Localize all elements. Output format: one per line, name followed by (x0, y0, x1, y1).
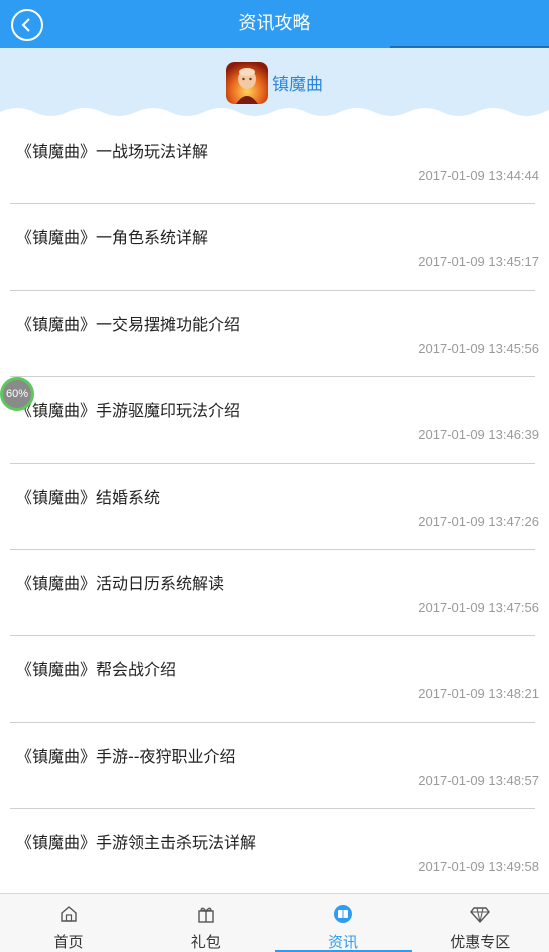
news-title: 《镇魔曲》结婚系统 (16, 487, 161, 507)
news-list-item[interactable]: 《镇魔曲》帮会战介绍 2017-01-09 13:48:21 (0, 636, 549, 723)
news-list-item[interactable]: 《镇魔曲》一交易摆摊功能介绍 2017-01-09 13:45:56 (0, 291, 549, 378)
tab-label: 首页 (53, 933, 84, 951)
diamond-icon (470, 904, 491, 924)
news-title: 《镇魔曲》手游领主击杀玩法详解 (16, 833, 257, 853)
news-list-item[interactable]: 《镇魔曲》活动日历系统解读 2017-01-09 13:47:56 (0, 550, 549, 637)
news-timestamp: 2017-01-09 13:49:58 (418, 859, 539, 875)
news-list-item[interactable]: 《镇魔曲》结婚系统 2017-01-09 13:47:26 (0, 464, 549, 550)
tab-label: 礼包 (190, 933, 221, 951)
top-bar: 资讯攻略 (0, 0, 549, 48)
news-title: 《镇魔曲》一交易摆摊功能介绍 (16, 314, 241, 334)
news-list-item[interactable]: 《镇魔曲》手游领主击杀玩法详解 2017-01-09 13:49:58 (0, 809, 549, 896)
page-title: 资讯攻略 (238, 13, 311, 34)
tab-gift[interactable]: 礼包 (137, 894, 274, 952)
tab-news[interactable]: 资讯 (274, 894, 412, 952)
news-timestamp: 2017-01-09 13:44:44 (418, 168, 539, 183)
home-icon (59, 904, 79, 924)
game-logo-icon[interactable] (226, 62, 268, 104)
progress-indicator[interactable]: 60% (0, 377, 34, 411)
news-timestamp: 2017-01-09 13:48:21 (418, 686, 539, 702)
news-title: 《镇魔曲》手游--夜狩职业介绍 (16, 746, 236, 766)
news-list-item[interactable]: 《镇魔曲》手游驱魔印玩法介绍 2017-01-09 13:46:39 (0, 377, 549, 464)
news-timestamp: 2017-01-09 13:46:39 (418, 427, 539, 443)
tab-label: 资讯 (327, 933, 358, 951)
news-timestamp: 2017-01-09 13:45:56 (418, 340, 539, 356)
news-list-item[interactable]: 《镇魔曲》手游--夜狩职业介绍 2017-01-09 13:48:57 (0, 723, 549, 810)
news-list-item[interactable]: 《镇魔曲》一战场玩法详解 2017-01-09 13:44:44 (0, 118, 549, 205)
news-title: 《镇魔曲》活动日历系统解读 (16, 573, 225, 593)
news-list: 《镇魔曲》一战场玩法详解 2017-01-09 13:44:44 《镇魔曲》一角色系… (0, 118, 549, 896)
game-banner: 镇魔曲 (0, 48, 549, 118)
news-timestamp: 2017-01-09 13:48:57 (418, 772, 539, 788)
news-timestamp: 2017-01-09 13:47:26 (418, 513, 539, 529)
news-title: 《镇魔曲》一角色系统详解 (16, 228, 209, 248)
news-title: 《镇魔曲》一战场玩法详解 (16, 142, 209, 161)
news-title: 《镇魔曲》帮会战介绍 (16, 660, 177, 680)
bottom-tab-bar: 首页 礼包 资讯 优惠专区 (0, 893, 549, 952)
news-timestamp: 2017-01-09 13:47:56 (418, 599, 539, 615)
wave-decoration (0, 108, 549, 118)
tab-diamond[interactable]: 优惠专区 (412, 894, 549, 952)
tab-home[interactable]: 首页 (0, 894, 137, 952)
news-title: 《镇魔曲》手游驱魔印玩法介绍 (16, 401, 241, 421)
news-list-item[interactable]: 《镇魔曲》一角色系统详解 2017-01-09 13:45:17 (0, 204, 549, 291)
tab-label: 优惠专区 (450, 933, 511, 951)
news-icon (333, 904, 353, 924)
game-name: 镇魔曲 (272, 75, 323, 95)
news-timestamp: 2017-01-09 13:45:17 (418, 254, 539, 270)
gift-icon (196, 904, 216, 924)
